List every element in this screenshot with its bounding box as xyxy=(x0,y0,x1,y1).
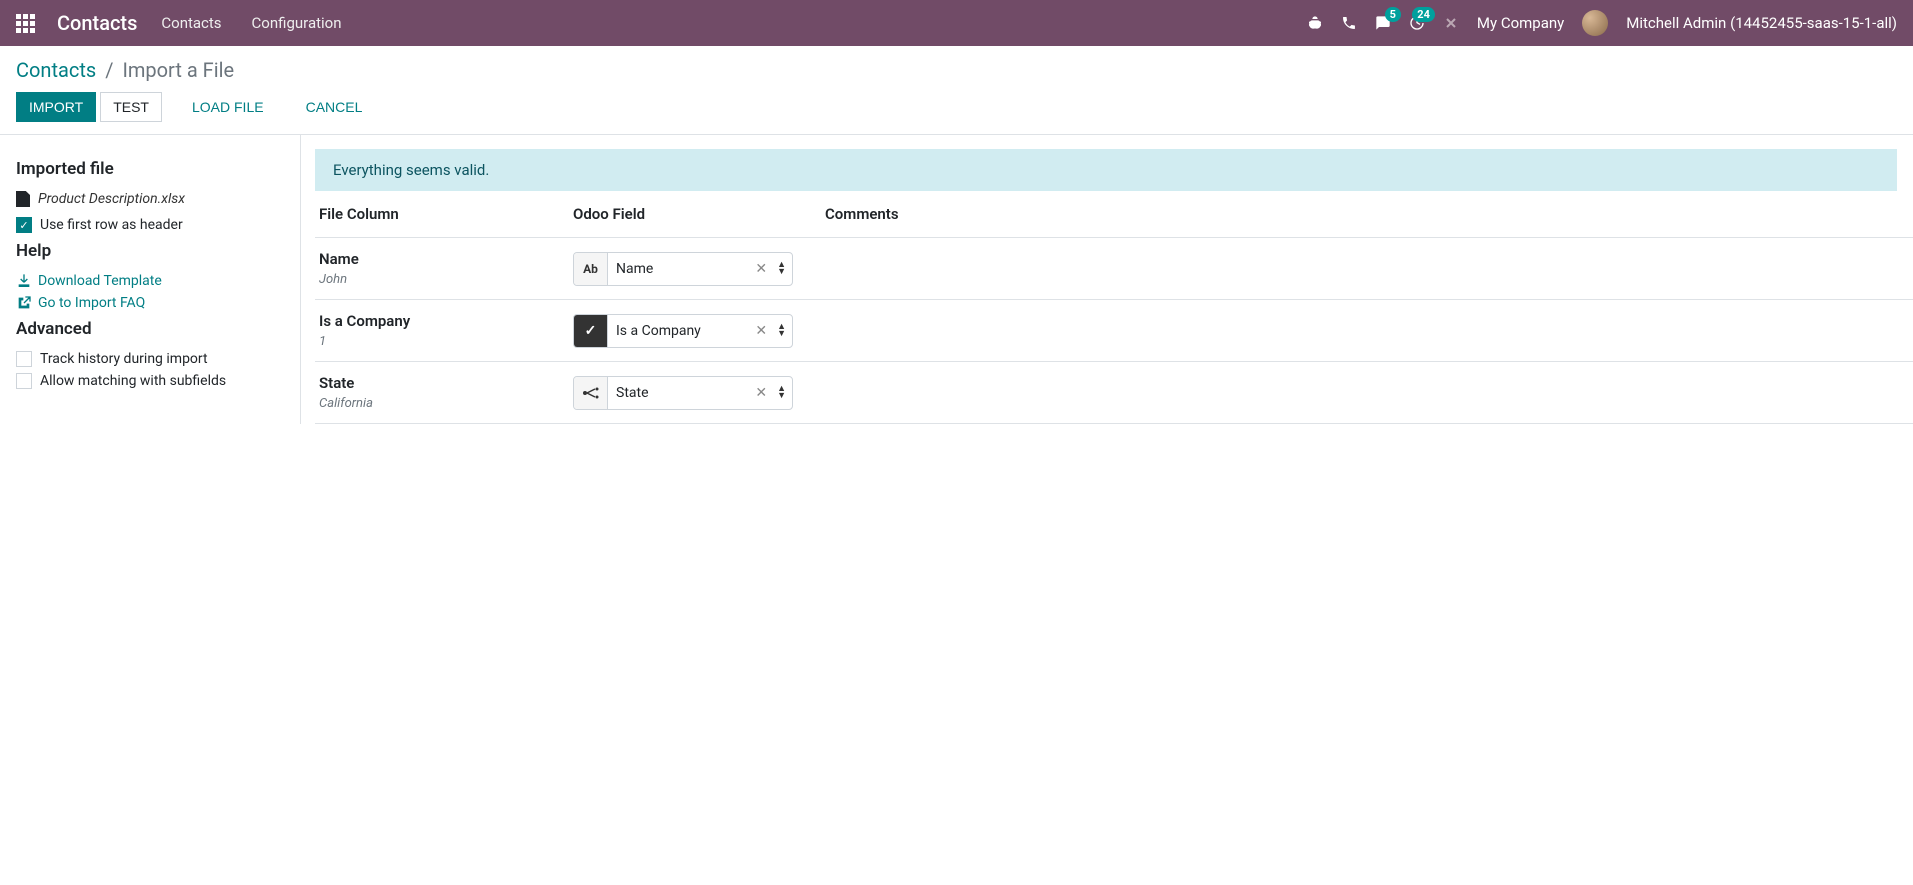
checkbox-icon xyxy=(16,373,32,389)
download-icon xyxy=(16,273,32,289)
import-button[interactable]: IMPORT xyxy=(16,92,96,122)
chevron-updown-icon[interactable]: ▲▼ xyxy=(771,324,792,338)
imported-file-heading: Imported file xyxy=(16,159,284,179)
messages-icon[interactable]: 5 xyxy=(1375,15,1391,31)
close-icon[interactable] xyxy=(1443,15,1459,31)
text-type-icon: Ab xyxy=(574,253,608,285)
load-file-button[interactable]: LOAD FILE xyxy=(180,93,276,121)
breadcrumb-current: Import a File xyxy=(122,58,234,82)
messages-badge: 5 xyxy=(1385,7,1401,22)
top-navbar: Contacts Contacts Configuration 5 24 My … xyxy=(0,0,1913,46)
phone-icon[interactable] xyxy=(1341,15,1357,31)
file-column-sample: California xyxy=(319,396,573,411)
bug-icon[interactable] xyxy=(1307,15,1323,31)
clear-icon[interactable]: ✕ xyxy=(751,261,771,277)
allow-subfields-checkbox[interactable]: Allow matching with subfields xyxy=(16,373,284,389)
file-icon xyxy=(16,191,30,207)
mapping-header: File Column Odoo Field Comments xyxy=(315,191,1913,237)
header-file-column: File Column xyxy=(319,205,573,223)
chevron-updown-icon[interactable]: ▲▼ xyxy=(771,262,792,276)
relation-type-icon xyxy=(574,377,608,409)
user-menu[interactable]: Mitchell Admin (14452455-saas-15-1-all) xyxy=(1626,14,1897,32)
odoo-field-select[interactable]: ✓ Is a Company ✕ ▲▼ xyxy=(573,314,793,348)
imported-filename: Product Description.xlsx xyxy=(16,191,284,207)
validation-alert: Everything seems valid. xyxy=(315,149,1897,191)
odoo-field-value: State xyxy=(608,385,751,401)
download-template-link[interactable]: Download Template xyxy=(16,273,284,289)
file-column-name: Is a Company xyxy=(319,312,573,330)
company-selector[interactable]: My Company xyxy=(1477,14,1564,32)
odoo-field-select[interactable]: Ab Name ✕ ▲▼ xyxy=(573,252,793,286)
file-column-name: State xyxy=(319,374,573,392)
odoo-field-value: Is a Company xyxy=(608,323,751,339)
breadcrumb: Contacts / Import a File xyxy=(16,58,1897,82)
boolean-type-icon: ✓ xyxy=(574,315,608,347)
header-odoo-field: Odoo Field xyxy=(573,205,825,223)
breadcrumb-parent[interactable]: Contacts xyxy=(16,58,96,82)
checkbox-checked-icon: ✓ xyxy=(16,217,32,233)
checkbox-icon xyxy=(16,351,32,367)
file-column-sample: 1 xyxy=(319,334,573,349)
help-heading: Help xyxy=(16,241,284,261)
nav-contacts[interactable]: Contacts xyxy=(155,14,227,32)
odoo-field-select[interactable]: State ✕ ▲▼ xyxy=(573,376,793,410)
test-button[interactable]: TEST xyxy=(100,92,162,122)
apps-icon[interactable] xyxy=(16,14,35,33)
control-panel: Contacts / Import a File IMPORT TEST LOA… xyxy=(0,46,1913,135)
clear-icon[interactable]: ✕ xyxy=(751,323,771,339)
import-sidebar: Imported file Product Description.xlsx ✓… xyxy=(0,135,300,424)
file-column-name: Name xyxy=(319,250,573,268)
header-comments: Comments xyxy=(825,205,1913,223)
import-content: Everything seems valid. File Column Odoo… xyxy=(300,135,1913,424)
user-avatar[interactable] xyxy=(1582,10,1608,36)
nav-configuration[interactable]: Configuration xyxy=(246,14,348,32)
activities-badge: 24 xyxy=(1412,7,1435,22)
track-history-checkbox[interactable]: Track history during import xyxy=(16,351,284,367)
app-brand[interactable]: Contacts xyxy=(57,11,137,35)
external-link-icon xyxy=(16,295,32,311)
import-faq-link[interactable]: Go to Import FAQ xyxy=(16,295,284,311)
odoo-field-value: Name xyxy=(608,261,751,277)
advanced-heading: Advanced xyxy=(16,319,284,339)
mapping-row: State California State ✕ ▲▼ xyxy=(315,361,1913,424)
file-column-sample: John xyxy=(319,272,573,287)
activities-icon[interactable]: 24 xyxy=(1409,15,1425,31)
mapping-row: Is a Company 1 ✓ Is a Company ✕ ▲▼ xyxy=(315,299,1913,361)
first-row-header-checkbox[interactable]: ✓ Use first row as header xyxy=(16,217,284,233)
chevron-updown-icon[interactable]: ▲▼ xyxy=(771,386,792,400)
mapping-row: Name John Ab Name ✕ ▲▼ xyxy=(315,237,1913,299)
cancel-button[interactable]: CANCEL xyxy=(294,93,375,121)
clear-icon[interactable]: ✕ xyxy=(751,385,771,401)
